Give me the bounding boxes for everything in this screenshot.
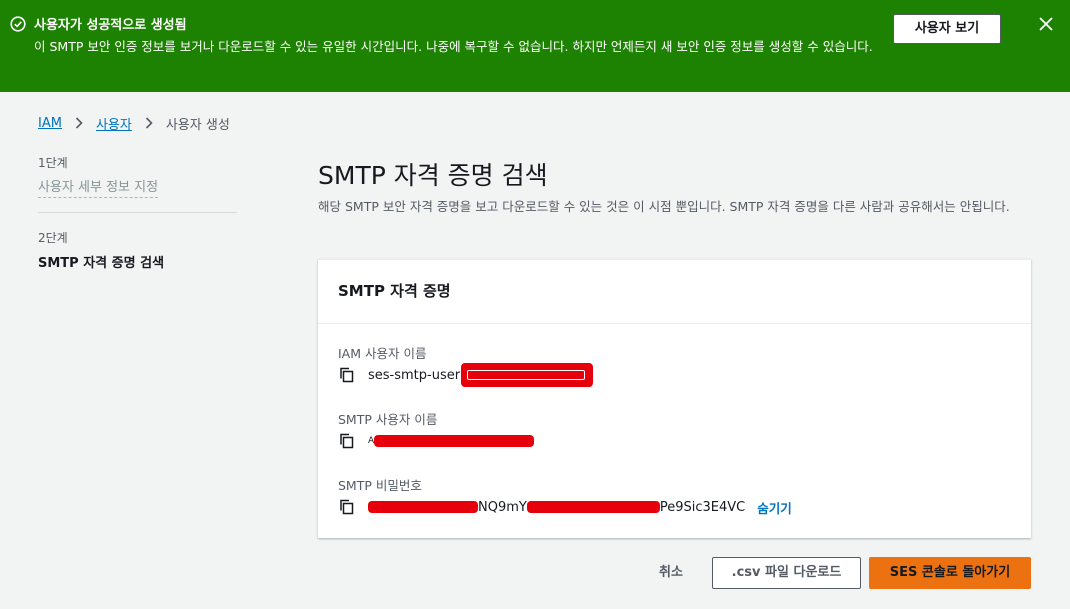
redaction-mark	[368, 501, 478, 513]
copy-icon[interactable]	[338, 432, 356, 450]
redaction-mark	[526, 501, 660, 513]
panel-divider	[318, 323, 1031, 324]
copy-icon[interactable]	[338, 366, 356, 384]
redaction-mark	[374, 435, 535, 447]
success-check-icon	[10, 16, 26, 32]
redaction-mark	[461, 363, 594, 387]
smtp-password-mid: NQ9mY	[478, 499, 527, 515]
chevron-right-icon	[75, 117, 83, 129]
close-icon[interactable]	[1036, 14, 1056, 34]
download-csv-button[interactable]: .csv 파일 다운로드	[712, 557, 861, 589]
smtp-password-end: Pe9Sic3E4VC	[659, 499, 746, 515]
credentials-panel: SMTP 자격 증명 IAM 사용자 이름 ses-smtp-user SMTP…	[318, 259, 1031, 538]
chevron-right-icon	[145, 117, 153, 129]
step-2-name: SMTP 자격 증명 검색	[38, 256, 165, 271]
smtp-password-row: NQ9mY Pe9Sic3E4VC 숨기기	[338, 496, 792, 518]
panel-title: SMTP 자격 증명	[338, 282, 451, 300]
smtp-user-label: SMTP 사용자 이름	[338, 412, 438, 427]
step-2-label: 2단계	[38, 231, 68, 245]
banner-title: 사용자가 성공적으로 생성됨	[34, 18, 187, 33]
view-user-button[interactable]: 사용자 보기	[893, 14, 1001, 44]
iam-user-label: IAM 사용자 이름	[338, 346, 427, 361]
iam-user-row: ses-smtp-user	[338, 363, 594, 387]
success-banner: 사용자가 성공적으로 생성됨 이 SMTP 보안 인증 정보를 보거나 다운로드…	[0, 0, 1070, 92]
step-1-label: 1단계	[38, 156, 68, 170]
step-divider	[38, 212, 237, 213]
banner-message: 이 SMTP 보안 인증 정보를 보거나 다운로드할 수 있는 유일한 시간입니…	[34, 39, 873, 54]
iam-user-value: ses-smtp-user	[368, 367, 461, 383]
breadcrumb-users-link[interactable]: 사용자	[96, 114, 132, 133]
page-description: 해당 SMTP 보안 자격 증명을 보고 다운로드할 수 있는 것은 이 시점 …	[318, 199, 1010, 214]
copy-icon[interactable]	[338, 498, 356, 516]
return-to-ses-console-button[interactable]: SES 콘솔로 돌아가기	[869, 557, 1031, 589]
cancel-button[interactable]: 취소	[648, 557, 694, 589]
step-1-name[interactable]: 사용자 세부 정보 지정	[38, 176, 159, 198]
page-title: SMTP 자격 증명 검색	[318, 161, 548, 190]
smtp-password-label: SMTP 비밀번호	[338, 478, 422, 493]
smtp-user-row: A	[338, 430, 535, 452]
breadcrumb-iam-link[interactable]: IAM	[38, 116, 62, 131]
hide-password-link[interactable]: 숨기기	[757, 498, 792, 517]
breadcrumb-current: 사용자 생성	[165, 117, 230, 133]
breadcrumb: IAM 사용자 사용자 생성	[38, 114, 230, 133]
